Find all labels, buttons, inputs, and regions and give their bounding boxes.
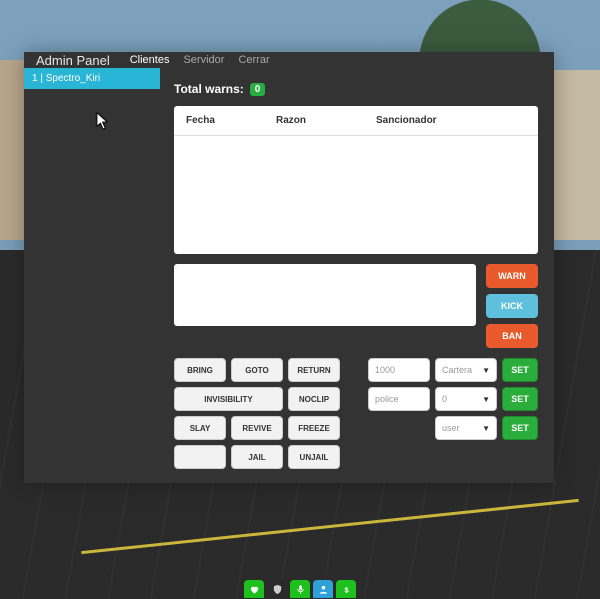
money-input[interactable]: 1000	[368, 358, 430, 382]
shield-icon	[267, 580, 287, 598]
job-input[interactable]: police	[368, 387, 430, 411]
tab-servidor[interactable]: Servidor	[183, 54, 224, 66]
jail-button[interactable]: JAIL	[231, 445, 283, 469]
ban-button[interactable]: BAN	[486, 324, 538, 348]
freeze-button[interactable]: FREEZE	[288, 416, 340, 440]
teleport-grid: BRING GOTO RETURN INVISIBILITY NOCLIP SL…	[174, 358, 340, 469]
slay-button[interactable]: SLAY	[174, 416, 226, 440]
player-sidebar: 1 | Spectro_Kiri	[24, 68, 160, 483]
chevron-down-icon: ▼	[482, 366, 490, 375]
col-razon: Razon	[276, 115, 376, 126]
chevron-down-icon: ▼	[482, 395, 490, 404]
group-select[interactable]: user ▼	[435, 416, 497, 440]
heart-icon	[244, 580, 264, 598]
group-select-label: user	[442, 423, 460, 433]
return-button[interactable]: RETURN	[288, 358, 340, 382]
job-set-button[interactable]: SET	[502, 387, 538, 411]
revive-button[interactable]: REVIVE	[231, 416, 283, 440]
id-icon	[313, 580, 333, 598]
setter-grid: 1000 Cartera ▼ SET police 0 ▼ SET	[356, 358, 538, 469]
mic-icon	[290, 580, 310, 598]
money-select[interactable]: Cartera ▼	[435, 358, 497, 382]
tab-clientes[interactable]: Clientes	[130, 54, 170, 66]
chevron-down-icon: ▼	[482, 424, 490, 433]
money-set-button[interactable]: SET	[502, 358, 538, 382]
tabs: Clientes Servidor Cerrar	[130, 54, 270, 66]
warns-table: Fecha Razon Sancionador	[174, 106, 538, 254]
titlebar: Admin Panel Clientes Servidor Cerrar	[24, 52, 554, 68]
col-fecha: Fecha	[186, 115, 276, 126]
warns-header: Total warns: 0	[174, 82, 538, 96]
group-set-button[interactable]: SET	[502, 416, 538, 440]
warns-table-header: Fecha Razon Sancionador	[174, 106, 538, 136]
panel-title: Admin Panel	[36, 53, 110, 68]
noclip-button[interactable]: NOCLIP	[288, 387, 340, 411]
money-icon: $	[336, 580, 356, 598]
invisibility-button[interactable]: INVISIBILITY	[174, 387, 283, 411]
goto-button[interactable]: GOTO	[231, 358, 283, 382]
warns-label: Total warns:	[174, 82, 244, 96]
hud-bar: $	[244, 580, 356, 598]
svg-text:$: $	[344, 585, 348, 594]
warns-count-badge: 0	[250, 83, 266, 96]
unjail-button[interactable]: UNJAIL	[288, 445, 340, 469]
kick-button[interactable]: KICK	[486, 294, 538, 318]
blank-button[interactable]	[174, 445, 226, 469]
job-grade-select[interactable]: 0 ▼	[435, 387, 497, 411]
tab-cerrar[interactable]: Cerrar	[238, 54, 269, 66]
warn-button[interactable]: WARN	[486, 264, 538, 288]
job-grade-label: 0	[442, 394, 447, 404]
notes-textarea[interactable]	[174, 264, 476, 326]
cursor-icon	[96, 112, 110, 130]
player-item[interactable]: 1 | Spectro_Kiri	[24, 68, 160, 89]
bring-button[interactable]: BRING	[174, 358, 226, 382]
money-select-label: Cartera	[442, 365, 472, 375]
col-sancionador: Sancionador	[376, 115, 526, 126]
